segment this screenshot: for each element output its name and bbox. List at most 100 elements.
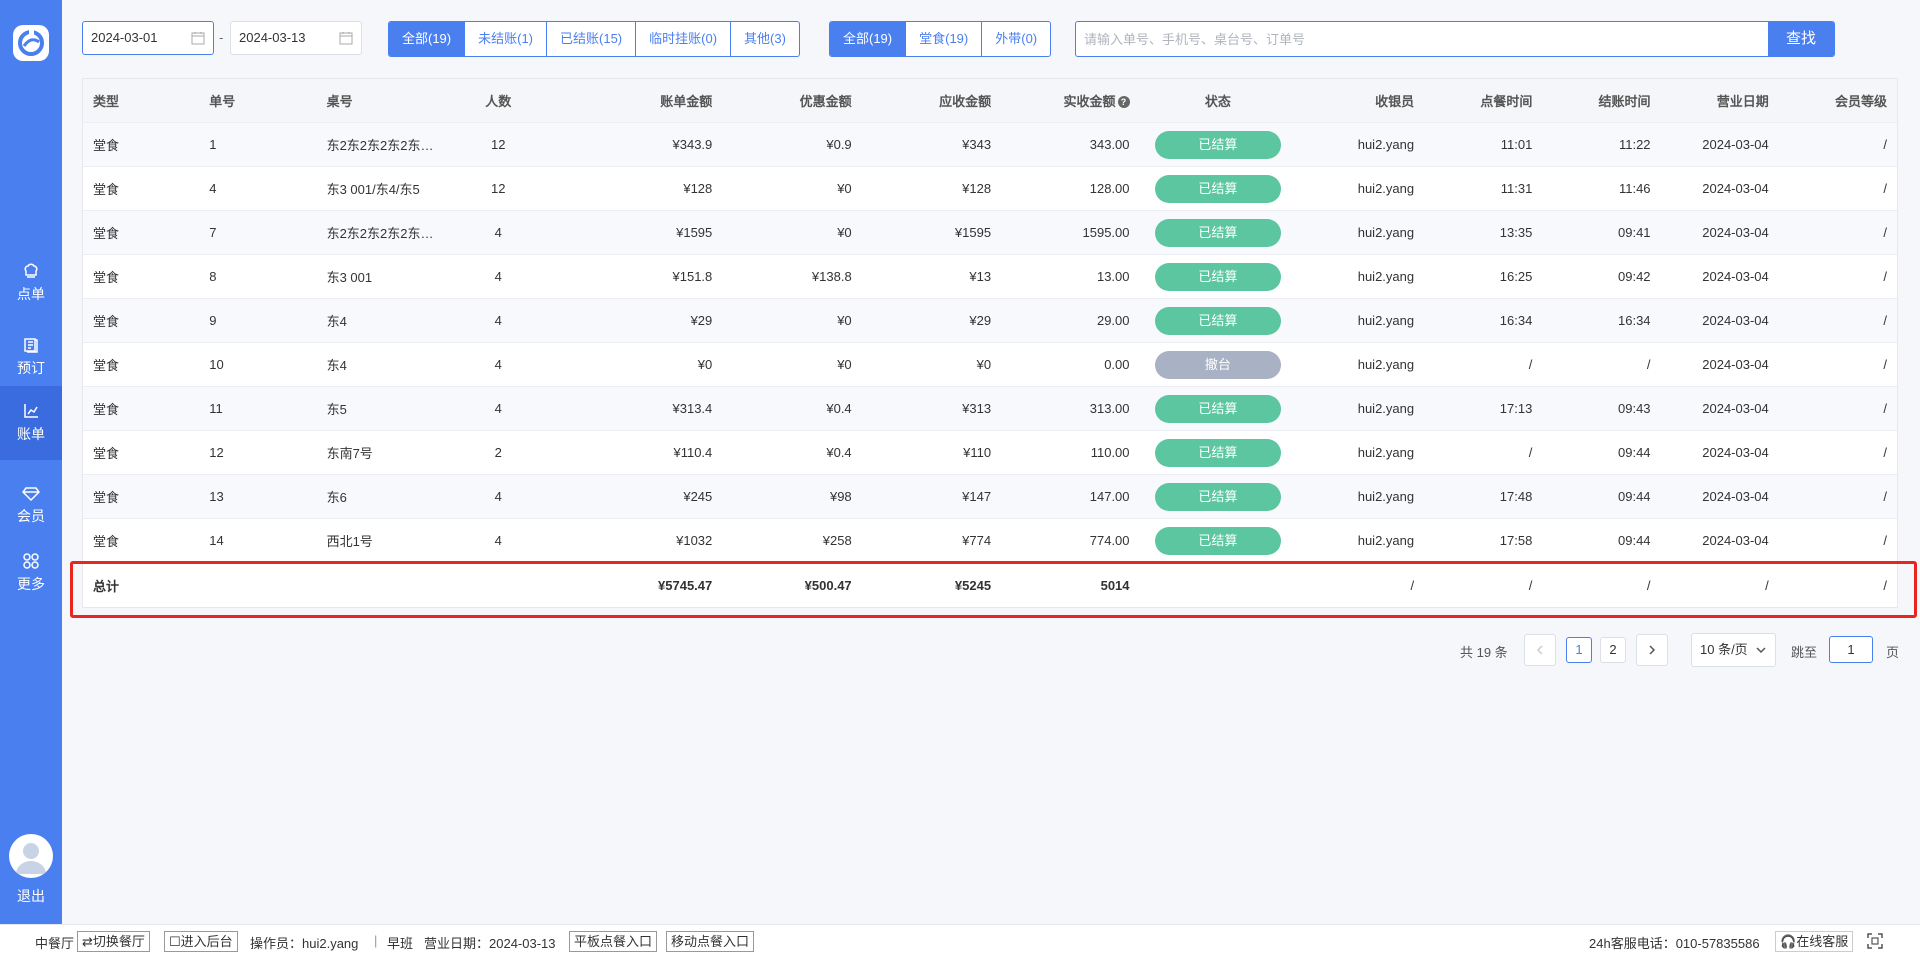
table-cell: hui2.yang (1357, 313, 1415, 328)
sidebar-item-reserve[interactable]: 预订 (0, 320, 62, 392)
table-cell: hui2.yang (1357, 225, 1415, 240)
table-cell: ¥313 (962, 401, 992, 416)
tablet-order-button[interactable]: 平板点餐入口 (569, 931, 658, 952)
table-cell: 2024-03-04 (1702, 269, 1769, 284)
table-cell: hui2.yang (1357, 401, 1415, 416)
enter-backend-label: 进入后台 (180, 934, 233, 949)
tab-type-takeaway[interactable]: 外带(0) (981, 22, 1050, 56)
tab-status-temp-credit[interactable]: 临时挂账(0) (635, 22, 730, 56)
table-cell: ¥0 (976, 357, 992, 372)
table-cell: ¥128 (683, 181, 713, 196)
logout-button[interactable]: 退出 (0, 886, 62, 906)
switch-restaurant-button[interactable]: ⇄切换餐厅 (77, 931, 150, 952)
sidebar-item-order[interactable]: 点单 (0, 246, 62, 318)
table-cell: 4 (494, 489, 502, 504)
enter-backend-button[interactable]: ☐进入后台 (164, 931, 238, 952)
table-cell: ¥0 (837, 181, 852, 196)
table-row[interactable]: 堂食 13 东6 4 ¥245 ¥98 ¥147 147.00 已结算 hui2.yang 17:4… (83, 475, 1897, 519)
status-badge: 撤台 (1154, 350, 1281, 379)
book-icon (24, 338, 38, 353)
divider: | (374, 933, 378, 948)
table-row[interactable]: 堂食 9 东4 4 ¥29 ¥0 ¥29 29.00 已结算 hui2.yang 16:34 16:3… (83, 299, 1897, 343)
table-row[interactable]: 堂食 14 西北1号 4 ¥1032 ¥258 ¥774 774.00 已结算 hui2.yang… (83, 519, 1897, 563)
table-row[interactable]: 堂食 8 东3 001 4 ¥151.8 ¥138.8 ¥13 13.00 已结算 hui2.ya… (83, 255, 1897, 299)
table-cell: 堂食 (93, 358, 120, 373)
table-cell: 17:58 (1499, 533, 1533, 548)
tab-status-settled[interactable]: 已结账(15) (546, 22, 635, 56)
table-cell: 堂食 (93, 270, 120, 285)
table-cell: 4 (209, 181, 217, 196)
fullscreen-icon[interactable] (1867, 933, 1883, 949)
start-date-input[interactable]: 2024-03-01 (82, 21, 214, 55)
restaurant-name: 中餐厅 (35, 936, 75, 951)
table-cell: hui2.yang (1357, 137, 1415, 152)
table-cell: 14 (209, 533, 224, 548)
chevron-right-icon (1649, 645, 1656, 655)
online-service-button[interactable]: 🎧在线客服 (1775, 931, 1854, 952)
page-button-1[interactable]: 1 (1566, 637, 1592, 663)
prev-page-button[interactable] (1524, 634, 1556, 666)
end-date-input[interactable]: 2024-03-13 (230, 21, 362, 55)
status-badge: 已结算 (1154, 174, 1281, 203)
sidebar-item-member[interactable]: 会员 (0, 468, 62, 540)
table-cell: 343.00 (1089, 137, 1130, 152)
table-cell: 西北1号 (326, 534, 373, 549)
table-row[interactable]: 堂食 12 东南7号 2 ¥110.4 ¥0.4 ¥110 110.00 已结算 hui2.yan… (83, 431, 1897, 475)
table-cell: 16:34 (1618, 313, 1651, 328)
table-cell: ¥1595 (676, 225, 713, 240)
status-cell: 已结算 (1140, 526, 1297, 555)
table-cell: / (1883, 357, 1887, 372)
sidebar-item-bill[interactable]: 账单 (0, 386, 62, 460)
table-cell: 堂食 (93, 402, 120, 417)
table-cell: 2024-03-04 (1702, 401, 1769, 416)
online-service-label: 在线客服 (1796, 934, 1849, 949)
table-cell: 13.00 (1096, 269, 1130, 284)
search-input[interactable] (1076, 22, 1834, 56)
page-size-select[interactable]: 10 条/页 (1691, 633, 1776, 667)
avatar[interactable] (9, 834, 53, 878)
jump-page-input[interactable]: 1 (1829, 636, 1873, 663)
switch-restaurant-label: 切换餐厅 (92, 934, 145, 949)
status-cell: 已结算 (1140, 394, 1297, 423)
help-icon[interactable]: ? (1117, 96, 1130, 108)
next-page-button[interactable] (1636, 634, 1668, 666)
status-badge: 已结算 (1154, 394, 1281, 423)
status-cell: 已结算 (1140, 130, 1297, 159)
table-cell: 16:34 (1499, 313, 1533, 328)
grid-icon (23, 553, 39, 569)
table-cell: 4 (494, 401, 502, 416)
sidebar-item-label: 更多 (17, 576, 45, 592)
table-cell: 堂食 (93, 314, 120, 329)
tab-type-all[interactable]: 全部(19) (830, 22, 906, 56)
page-button-2[interactable]: 2 (1600, 637, 1626, 663)
tab-status-unsettled[interactable]: 未结账(1) (464, 22, 546, 56)
sidebar-item-more[interactable]: 更多 (0, 536, 62, 608)
search-button[interactable]: 查找 (1768, 22, 1834, 56)
table-row[interactable]: 堂食 7 东2东2东2东2东2东2 4 ¥1595 ¥0 ¥1595 1595.00 已结算 hu… (83, 211, 1897, 255)
table-cell: 12 (209, 445, 224, 460)
table-row[interactable]: 堂食 11 东5 4 ¥313.4 ¥0.4 ¥313 313.00 已结算 hui2.yang 1… (83, 387, 1897, 431)
mobile-order-button[interactable]: 移动点餐入口 (666, 931, 755, 952)
pagination-total: 共 19 条 (1460, 645, 1508, 660)
col-header: 人数 (485, 94, 512, 109)
table-row[interactable]: 堂食 10 东4 4 ¥0 ¥0 ¥0 0.00 撤台 hui2.yang / / 2024-03-04… (83, 343, 1897, 387)
table-row[interactable]: 堂食 1 东2东2东2东2东2东2 12 ¥343.9 ¥0.9 ¥343 343.00 已结算… (83, 123, 1897, 167)
bottom-status-bar: 中餐厅 ⇄切换餐厅 ☐进入后台 操作员：hui2.yang | 早班 营业日期：… (0, 924, 1920, 957)
business-date-info: 营业日期：2024-03-13 (424, 936, 556, 951)
tab-status-other[interactable]: 其他(3) (730, 22, 799, 56)
col-header-paid: 实收金额? (1001, 91, 1139, 110)
col-header: 优惠金额 (799, 94, 852, 109)
table-cell: 17:13 (1499, 401, 1533, 416)
table-cell: ¥1595 (954, 225, 992, 240)
table-cell: 东3 001/东4/东5 (326, 182, 420, 197)
table-cell: 东3 001 (326, 270, 373, 285)
table-cell: 13 (209, 489, 224, 504)
tab-type-dine-in[interactable]: 堂食(19) (905, 22, 981, 56)
shift-info: 早班 (387, 936, 414, 951)
table-cell: 10 (209, 357, 224, 372)
table-row[interactable]: 堂食 4 东3 001/东4/东5 12 ¥128 ¥0 ¥128 128.00 已结算 hui2… (83, 167, 1897, 211)
table-cell: 13:35 (1499, 225, 1533, 240)
table-cell: 313.00 (1089, 401, 1130, 416)
tab-status-all[interactable]: 全部(19) (389, 22, 465, 56)
table-cell: ¥343 (962, 137, 992, 152)
